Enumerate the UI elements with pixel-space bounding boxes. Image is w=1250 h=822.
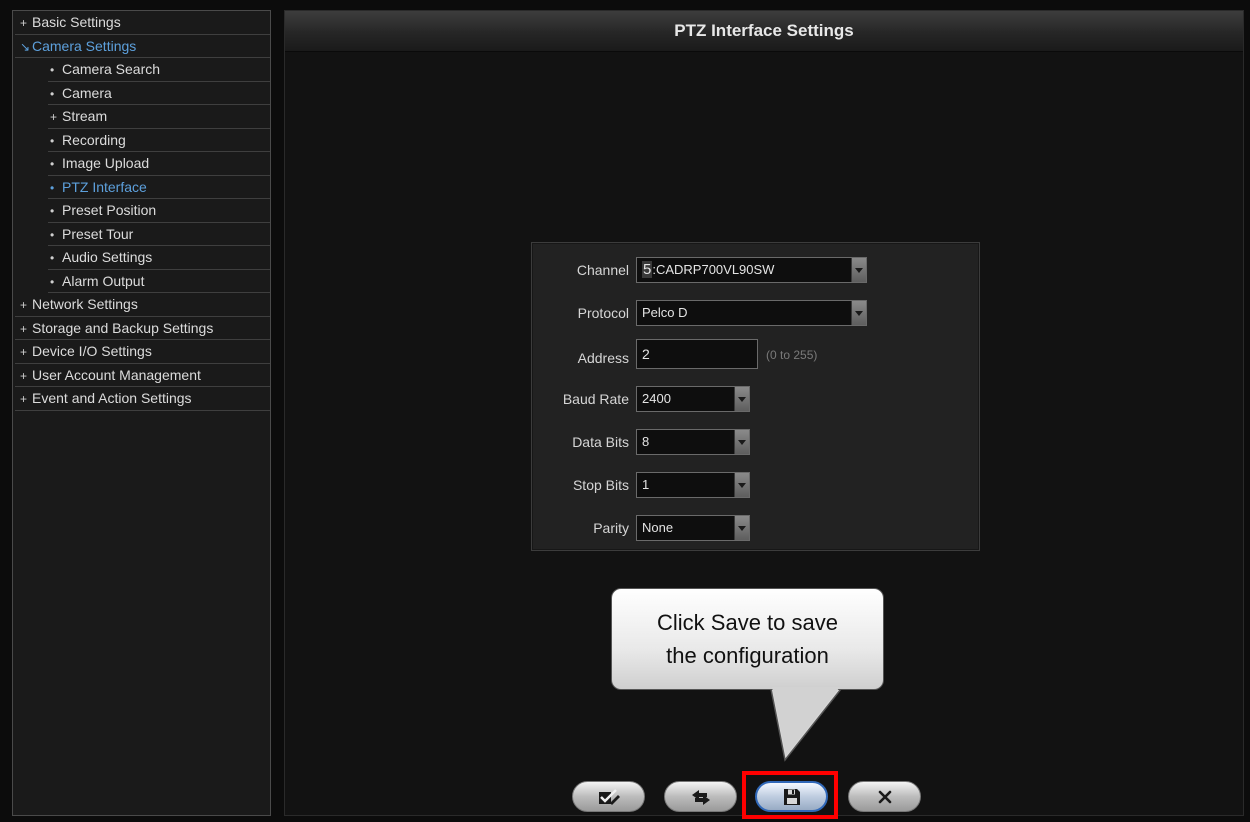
expand-icon: + [20,298,28,312]
sidebar-item-label: Preset Tour [62,225,134,242]
channel-value: :CADRP700VL90SW [652,262,775,277]
apply-button[interactable] [572,781,645,812]
chevron-down-icon [734,473,749,497]
data-bits-value: 8 [642,434,650,449]
expand-icon: + [20,368,28,383]
stop-bits-label: Stop Bits [572,477,629,493]
sidebar-item-label: Preset Position [62,202,157,218]
bullet-icon: • [50,63,55,77]
sidebar-item-label: Device I/O Settings [32,343,152,359]
data-bits-select[interactable]: 8 [636,429,750,455]
sidebar-item-label: Image Upload [62,155,150,171]
sidebar-item-camera[interactable]: • Camera [13,82,270,106]
bullet-icon: • [50,204,55,218]
expand-icon: + [50,110,58,124]
protocol-label: Protocol [577,305,629,321]
chevron-down-icon [734,430,749,454]
sidebar-item-image-upload[interactable]: • Image Upload [13,152,270,176]
baud-rate-value: 2400 [642,391,671,406]
bullet-icon: • [50,274,55,289]
expand-icon: + [20,16,28,30]
chevron-down-icon [734,516,749,540]
sidebar-item-label: Storage and Backup Settings [32,319,214,336]
stop-bits-value: 1 [642,477,650,492]
save-instruction-callout: Click Save to save the configuration [611,588,884,690]
sidebar-item-camera-search[interactable]: • Camera Search [13,58,270,82]
address-label: Address [577,350,629,366]
bullet-icon: • [50,180,55,195]
baud-rate-select[interactable]: 2400 [636,386,750,412]
sidebar-item-ptz-interface[interactable]: • PTZ Interface [13,176,270,200]
close-button[interactable] [848,781,921,812]
callout-line-1: Click Save to save [657,610,838,635]
refresh-arrows-icon [691,789,710,805]
sidebar-item-recording[interactable]: • Recording [13,129,270,153]
sidebar-item-stream[interactable]: + Stream [13,105,270,129]
parity-label: Parity [593,520,629,536]
bullet-icon: • [50,157,55,171]
sidebar-item-label: Recording [62,131,126,148]
bullet-icon: • [50,133,55,148]
chevron-down-icon [851,301,866,325]
sidebar-item-label: Camera Search [62,61,161,77]
protocol-select[interactable]: Pelco D [636,300,867,326]
sidebar-item-label: Camera Settings [32,37,137,54]
close-icon [878,790,891,803]
stop-bits-select[interactable]: 1 [636,472,750,498]
expand-icon: + [20,321,28,336]
sidebar-item-preset-position[interactable]: • Preset Position [13,199,270,223]
sidebar-item-label: User Account Management [32,366,201,383]
channel-select[interactable]: 5:CADRP700VL90SW [636,257,867,283]
sidebar-item-camera-settings[interactable]: ↘ Camera Settings [13,35,270,59]
channel-number: 5 [642,261,653,278]
settings-sidebar: + Basic Settings ↘ Camera Settings • Camera S… [12,10,271,816]
refresh-button[interactable] [664,781,737,812]
sidebar-item-label: Alarm Output [62,272,145,289]
sidebar-item-audio-settings[interactable]: • Audio Settings [13,246,270,270]
address-range-hint: (0 to 255) [766,348,818,362]
expand-icon: + [20,345,28,359]
sidebar-item-user-account-management[interactable]: + User Account Management [13,364,270,388]
save-button-highlight [742,771,838,819]
sidebar-item-label: Camera [62,84,112,101]
sidebar-item-label: Stream [62,108,108,124]
protocol-value: Pelco D [642,305,688,320]
sidebar-item-device-i-o-settings[interactable]: + Device I/O Settings [13,340,270,364]
parity-value: None [642,520,674,535]
sidebar-item-label: Basic Settings [32,14,121,30]
checkmark-pencil-icon [598,788,620,805]
channel-label: Channel [576,262,629,278]
sidebar-item-label: Event and Action Settings [32,390,192,406]
bullet-icon: • [50,86,55,101]
main-panel: PTZ Interface Settings Channel 5:CADRP70… [284,10,1244,816]
chevron-down-icon [851,258,866,282]
bullet-icon: • [50,227,55,242]
address-input[interactable] [636,339,758,369]
chevron-down-icon [734,387,749,411]
data-bits-label: Data Bits [572,434,629,450]
expand-icon: + [20,392,28,406]
sidebar-item-label: PTZ Interface [62,178,147,195]
page-title: PTZ Interface Settings [285,11,1243,52]
ptz-settings-form: Channel 5:CADRP700VL90SW Protocol Pelco … [531,242,980,551]
sidebar-item-label: Audio Settings [62,249,153,265]
sidebar-item-basic-settings[interactable]: + Basic Settings [13,11,270,35]
bullet-icon: • [50,251,55,265]
sidebar-item-network-settings[interactable]: + Network Settings [13,293,270,317]
sidebar-item-storage-and-backup-settings[interactable]: + Storage and Backup Settings [13,317,270,341]
expanded-arrow-icon: ↘ [20,39,31,54]
sidebar-item-alarm-output[interactable]: • Alarm Output [13,270,270,294]
parity-select[interactable]: None [636,515,750,541]
baud-rate-label: Baud Rate [562,391,629,407]
sidebar-item-event-and-action-settings[interactable]: + Event and Action Settings [13,387,270,411]
callout-line-2: the configuration [666,643,829,668]
sidebar-item-label: Network Settings [32,296,138,312]
sidebar-item-preset-tour[interactable]: • Preset Tour [13,223,270,247]
